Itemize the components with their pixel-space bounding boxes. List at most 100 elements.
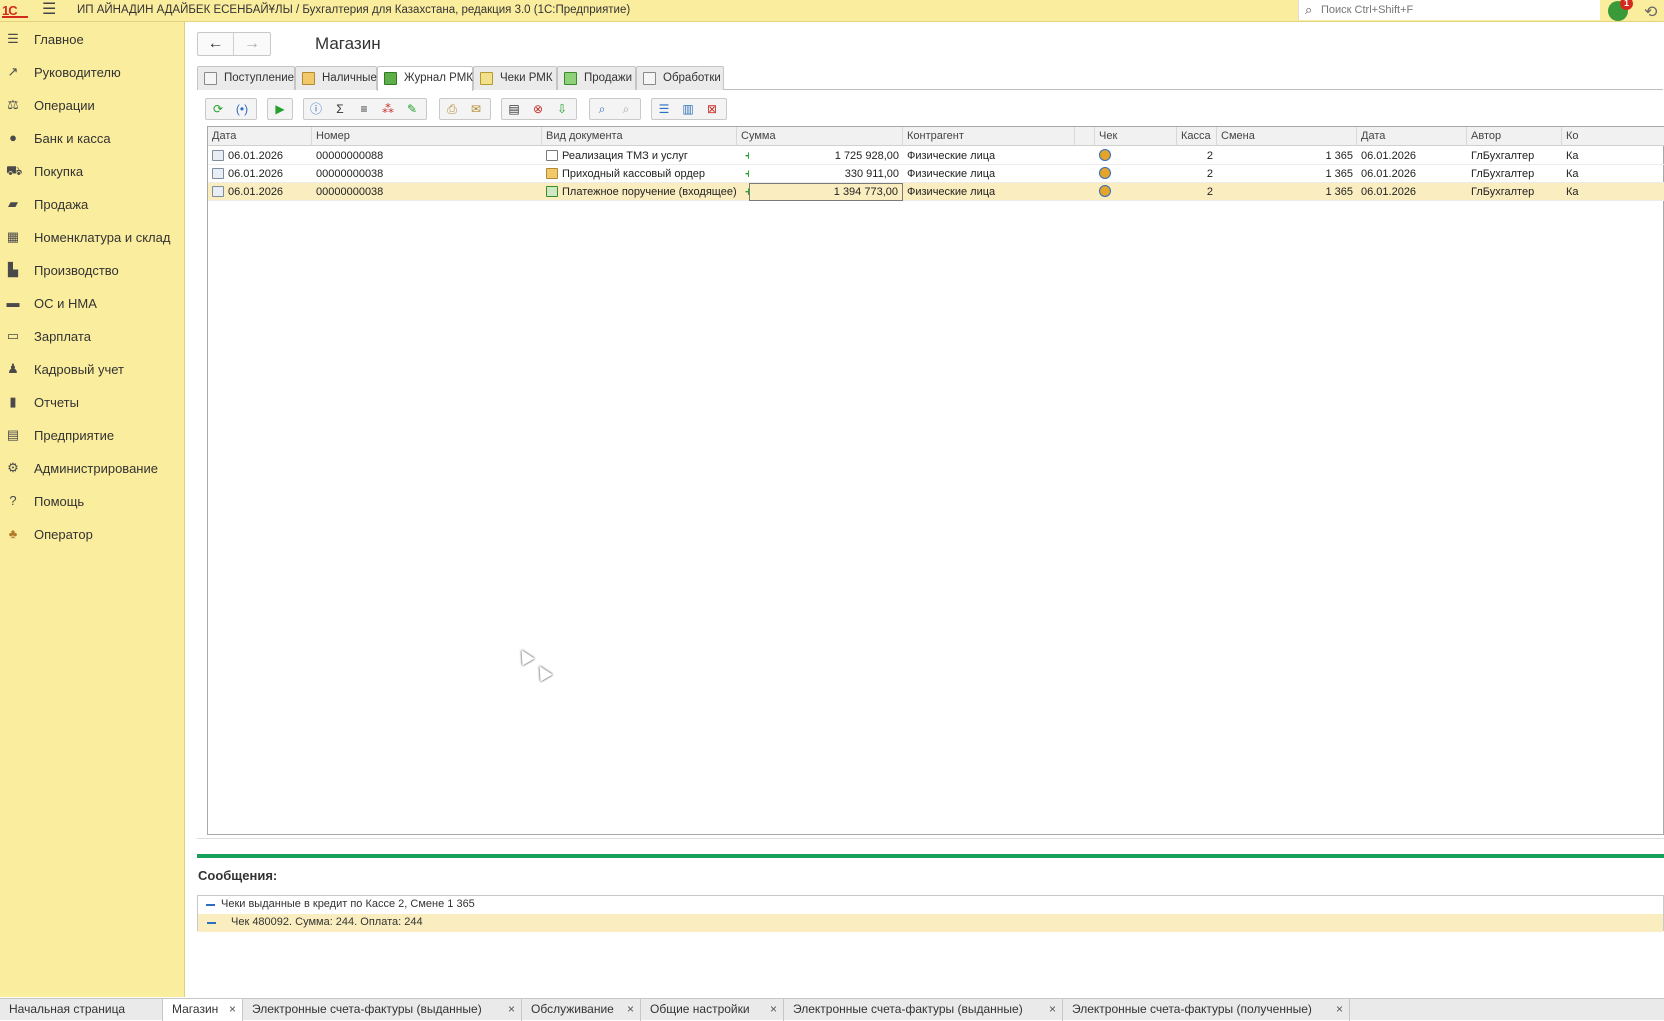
chart-icon: ▮ <box>9 394 17 409</box>
window-tab-einvoices-issued-2[interactable]: Электронные счета-фактуры (выданные) × <box>784 999 1063 1021</box>
cash-icon <box>302 72 315 85</box>
message-item[interactable]: Чеки выданные в кредит по Кассе 2, Смене… <box>198 896 1663 914</box>
journal-table: Дата Номер Вид документа Сумма Контраген… <box>207 126 1664 835</box>
sidebar-item-help[interactable]: ? Помощь <box>0 488 185 516</box>
tab-cash[interactable]: Наличные <box>295 66 377 90</box>
repost-icon[interactable]: ⇩ <box>550 99 574 119</box>
messages-splitter[interactable] <box>197 854 1664 858</box>
column-header-date2[interactable]: Дата <box>1357 127 1467 146</box>
messages-title: Сообщения: <box>198 868 278 883</box>
post-icon[interactable]: ▤ <box>502 99 526 119</box>
cell-smena: 1 365 <box>1325 150 1353 162</box>
sidebar-item-operator[interactable]: ♣ Оператор <box>0 521 185 549</box>
column-header-kassa[interactable]: Касса <box>1177 127 1217 146</box>
plus-icon: + <box>745 166 749 181</box>
sidebar-item-salary[interactable]: ▭ Зарплата <box>0 323 185 351</box>
column-header-doc-type[interactable]: Вид документа <box>542 127 737 146</box>
message-item[interactable]: Чек 480092. Сумма: 244. Оплата: 244 <box>198 914 1663 932</box>
global-search[interactable]: ⌕ <box>1298 0 1600 20</box>
check-person-icon <box>1099 167 1111 179</box>
close-icon[interactable]: × <box>229 999 236 1020</box>
column-header-extra[interactable]: Ко <box>1562 127 1664 146</box>
sidebar-item-purchase[interactable]: ⛟ Покупка <box>0 158 185 186</box>
delete-icon[interactable]: ⊠ <box>700 99 724 119</box>
main-menu-icon[interactable]: ☰ <box>42 2 58 18</box>
close-icon[interactable]: × <box>1336 999 1343 1020</box>
send-icon[interactable]: ✉ <box>464 99 488 119</box>
cancel-find-icon[interactable]: ⌕ <box>614 99 638 119</box>
tab-sales[interactable]: Продажи <box>557 66 636 90</box>
cell-sum[interactable]: 1 394 773,00 <box>749 183 903 201</box>
window-tab-shop[interactable]: Магазин × <box>163 999 243 1021</box>
column-header-number[interactable]: Номер <box>312 127 542 146</box>
run-icon[interactable]: ▶ <box>268 99 292 119</box>
table-header: Дата Номер Вид документа Сумма Контраген… <box>208 127 1664 146</box>
back-arrow-icon[interactable]: ← <box>198 33 234 55</box>
sidebar-item-operations[interactable]: ⚖ Операции <box>0 92 185 120</box>
sidebar-item-sales[interactable]: ▰ Продажа <box>0 191 185 219</box>
window-tab-einvoices-received[interactable]: Электронные счета-фактуры (полученные) × <box>1063 999 1350 1021</box>
plus-icon: + <box>745 184 749 199</box>
sidebar-item-production[interactable]: ▙ Производство <box>0 257 185 285</box>
column-header-counterparty[interactable]: Контрагент <box>903 127 1075 146</box>
window-tab-service[interactable]: Обслуживание × <box>522 999 641 1021</box>
column-header-sum[interactable]: Сумма <box>737 127 903 146</box>
sum-icon[interactable]: Σ <box>328 99 352 119</box>
window-tab-label: Электронные счета-фактуры (выданные) <box>793 1002 1023 1016</box>
window-tab-einvoices-issued[interactable]: Электронные счета-фактуры (выданные) × <box>243 999 522 1021</box>
sidebar-item-main[interactable]: ☰ Главное <box>0 26 185 54</box>
cell-number: 00000000038 <box>316 186 384 198</box>
cell-check <box>1095 147 1177 165</box>
sidebar-item-bank[interactable]: ● Банк и касса <box>0 125 185 153</box>
window-tab-home[interactable]: Начальная страница <box>0 999 163 1021</box>
column-header-blank[interactable] <box>1075 127 1095 146</box>
print-icon[interactable]: ⎙ <box>440 99 464 119</box>
collapse-icon[interactable] <box>206 904 215 906</box>
cell-kassa: 2 <box>1206 168 1213 180</box>
column-header-author[interactable]: Автор <box>1467 127 1562 146</box>
info-icon[interactable]: ⓘ <box>304 99 328 119</box>
sidebar-item-nomenclature[interactable]: ▦ Номенклатура и склад <box>0 224 185 252</box>
tab-processing[interactable]: Обработки <box>636 66 724 90</box>
document-list-icon[interactable]: ≡ <box>352 99 376 119</box>
grid-icon: ▦ <box>6 229 20 244</box>
close-icon[interactable]: × <box>770 999 777 1020</box>
factory-icon: ▙ <box>8 262 18 277</box>
unpost-icon[interactable]: ⊗ <box>526 99 550 119</box>
sidebar-item-reports[interactable]: ▮ Отчеты <box>0 389 185 417</box>
document-icon <box>212 168 224 179</box>
collapse-icon[interactable] <box>207 922 216 924</box>
sidebar-item-hr[interactable]: ♟ Кадровый учет <box>0 356 185 384</box>
tab-receipts[interactable]: Поступление <box>197 66 295 90</box>
help-icon: ? <box>9 493 17 508</box>
column-header-date[interactable]: Дата <box>208 127 312 146</box>
close-icon[interactable]: × <box>508 999 515 1020</box>
close-icon[interactable]: × <box>627 999 634 1020</box>
sidebar-item-administration[interactable]: ⚙ Администрирование <box>0 455 185 483</box>
find-icon[interactable]: ⌕ <box>590 99 614 119</box>
sidebar-item-fixed-assets[interactable]: ▬ ОС и НМА <box>0 290 185 318</box>
forward-arrow-icon[interactable]: → <box>234 33 270 55</box>
column-header-check[interactable]: Чек <box>1095 127 1177 146</box>
structure-icon[interactable]: ⁂ <box>376 99 400 119</box>
sidebar-item-manager[interactable]: ↗ Руководителю <box>0 59 185 87</box>
table-row[interactable]: 06.01.2026 00000000088 Реализация ТМЗ и … <box>208 147 1664 165</box>
cell-counterparty: Физические лица <box>907 168 996 180</box>
broadcast-icon[interactable]: (•) <box>230 99 254 119</box>
tab-rmk-journal[interactable]: Журнал РМК <box>377 66 473 91</box>
sidebar-item-enterprise[interactable]: ▤ Предприятие <box>0 422 185 450</box>
history-icon[interactable]: ⟲ <box>1644 2 1657 22</box>
refresh-icon[interactable]: ⟳ <box>206 99 230 119</box>
search-input[interactable] <box>1321 3 1591 17</box>
settings-list-icon[interactable]: ☰ <box>652 99 676 119</box>
column-header-smena[interactable]: Смена <box>1217 127 1357 146</box>
cell-doc-type: Платежное поручение (входящее) <box>542 183 737 201</box>
close-icon[interactable]: × <box>1049 999 1056 1020</box>
table-row[interactable]: 06.01.2026 00000000038 Платежное поручен… <box>208 183 1664 201</box>
processing-icon <box>643 72 656 85</box>
tab-rmk-checks[interactable]: Чеки РМК <box>473 66 557 90</box>
edit-pencil-icon[interactable]: ✎ <box>400 99 424 119</box>
window-tab-general-settings[interactable]: Общие настройки × <box>641 999 784 1021</box>
table-row[interactable]: 06.01.2026 00000000038 Приходный кассовы… <box>208 165 1664 183</box>
columns-icon[interactable]: ▥ <box>676 99 700 119</box>
